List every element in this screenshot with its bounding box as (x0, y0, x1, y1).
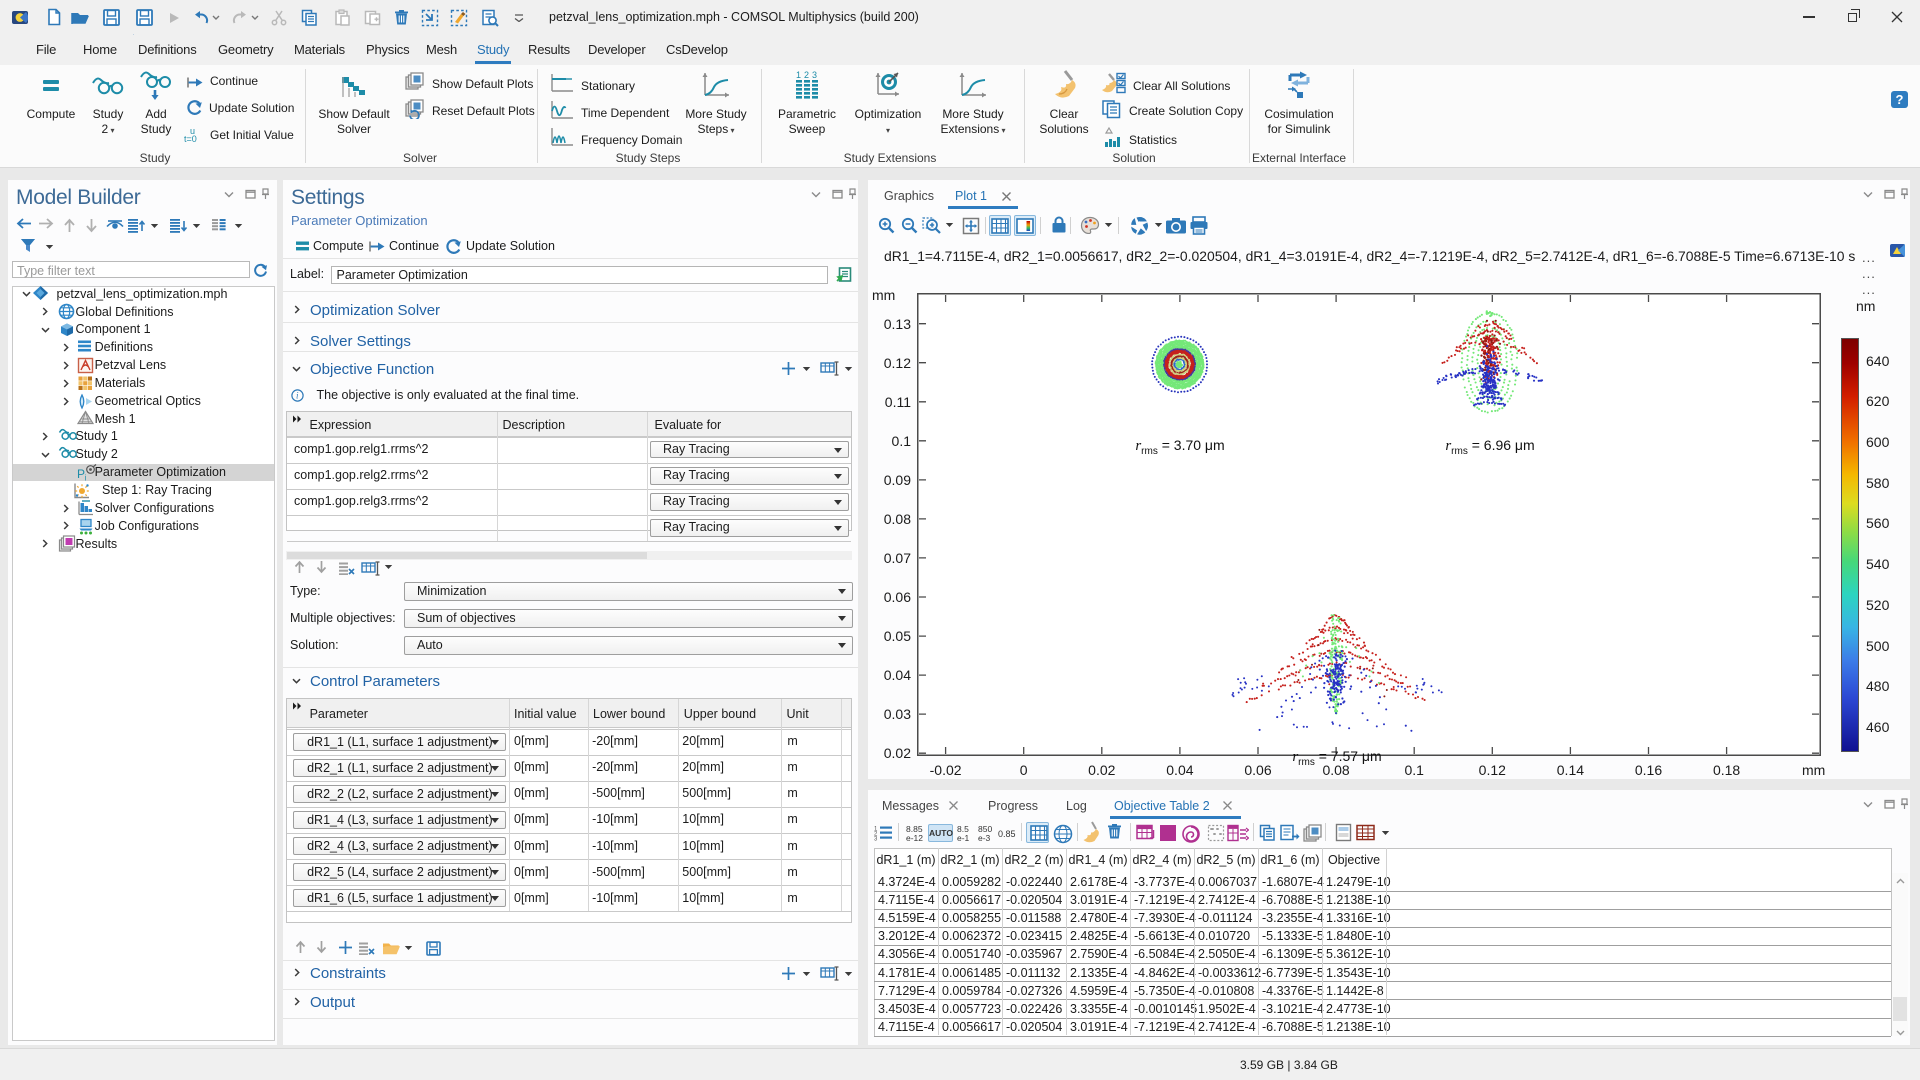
svg-text:i: i (85, 473, 87, 481)
svg-text:0.85: 0.85 (998, 829, 1016, 839)
svg-text:3: 3 (874, 837, 878, 842)
svg-text:e-12: e-12 (906, 833, 923, 842)
svg-text:e-3: e-3 (978, 833, 991, 842)
svg-text:3: 3 (812, 70, 817, 80)
svg-text:t=0: t=0 (184, 134, 197, 143)
svg-text:2: 2 (804, 70, 809, 80)
svg-text:e-1: e-1 (957, 833, 970, 842)
svg-text:i: i (296, 390, 299, 400)
svg-text:1: 1 (796, 70, 801, 80)
